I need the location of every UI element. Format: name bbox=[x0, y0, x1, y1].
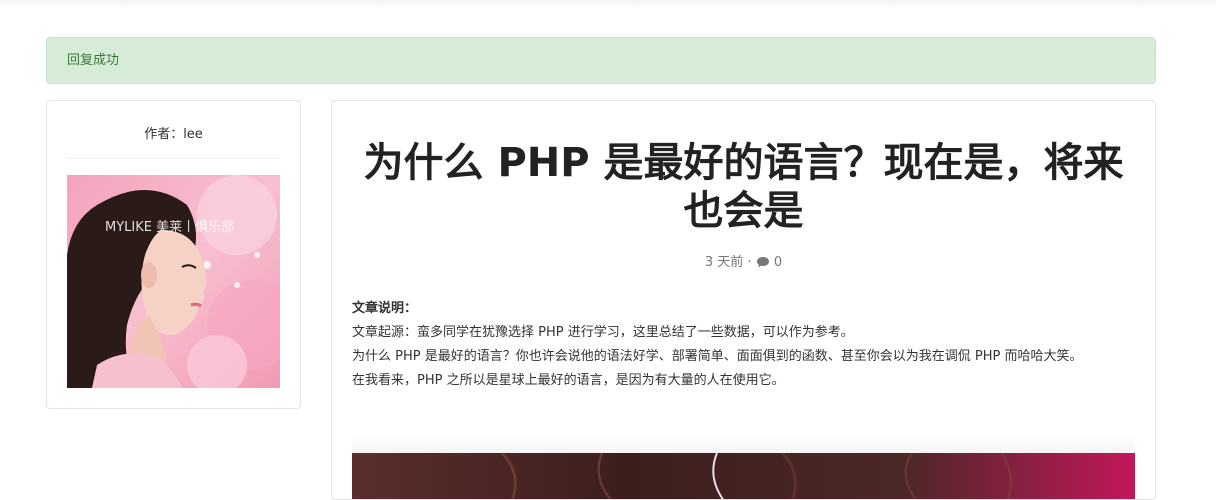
divider bbox=[67, 158, 280, 159]
image-shadow bbox=[352, 435, 1135, 455]
avatar-image: MYLIKE 美莱丨俱乐部 bbox=[67, 175, 280, 388]
article-meta: 3 天前 · 0 bbox=[332, 251, 1155, 272]
alert-message: 回复成功 bbox=[67, 53, 120, 68]
avatar[interactable]: MYLIKE 美莱丨俱乐部 bbox=[67, 175, 280, 388]
meta-separator: · bbox=[747, 255, 752, 270]
article-body: 文章说明： 文章起源：蛮多同学在犹豫选择 PHP 进行学习，这里总结了一些数据，… bbox=[352, 297, 1136, 393]
author-card: 作者：lee MYLIKE 美莱丨俱乐部 bbox=[46, 100, 301, 409]
article-paragraph: 为什么 PHP 是最好的语言？你也许会说他的语法好学、部署简单、面面俱到的函数、… bbox=[352, 349, 1083, 364]
article-paragraph: 在我看来，PHP 之所以是星球上最好的语言，是因为有大量的人在使用它。 bbox=[352, 373, 785, 388]
article-card: 为什么 PHP 是最好的语言？现在是，将来也会是 3 天前 · 0 文章说明： … bbox=[331, 100, 1156, 500]
article-title: 为什么 PHP 是最好的语言？现在是，将来也会是 bbox=[363, 140, 1124, 234]
avatar-watermark: MYLIKE 美莱丨俱乐部 bbox=[105, 220, 234, 235]
author-name: 作者：lee bbox=[144, 127, 203, 142]
article-paragraph: 文章起源：蛮多同学在犹豫选择 PHP 进行学习，这里总结了一些数据，可以作为参考… bbox=[352, 325, 854, 340]
article-image bbox=[352, 453, 1135, 499]
article-note-label: 文章说明： bbox=[352, 301, 418, 316]
topbar-shadow bbox=[0, 0, 1216, 8]
post-time: 3 天前 bbox=[704, 255, 744, 270]
comment-icon bbox=[756, 256, 770, 272]
success-alert: 回复成功 bbox=[46, 37, 1156, 84]
comment-count[interactable]: 0 bbox=[774, 255, 782, 270]
